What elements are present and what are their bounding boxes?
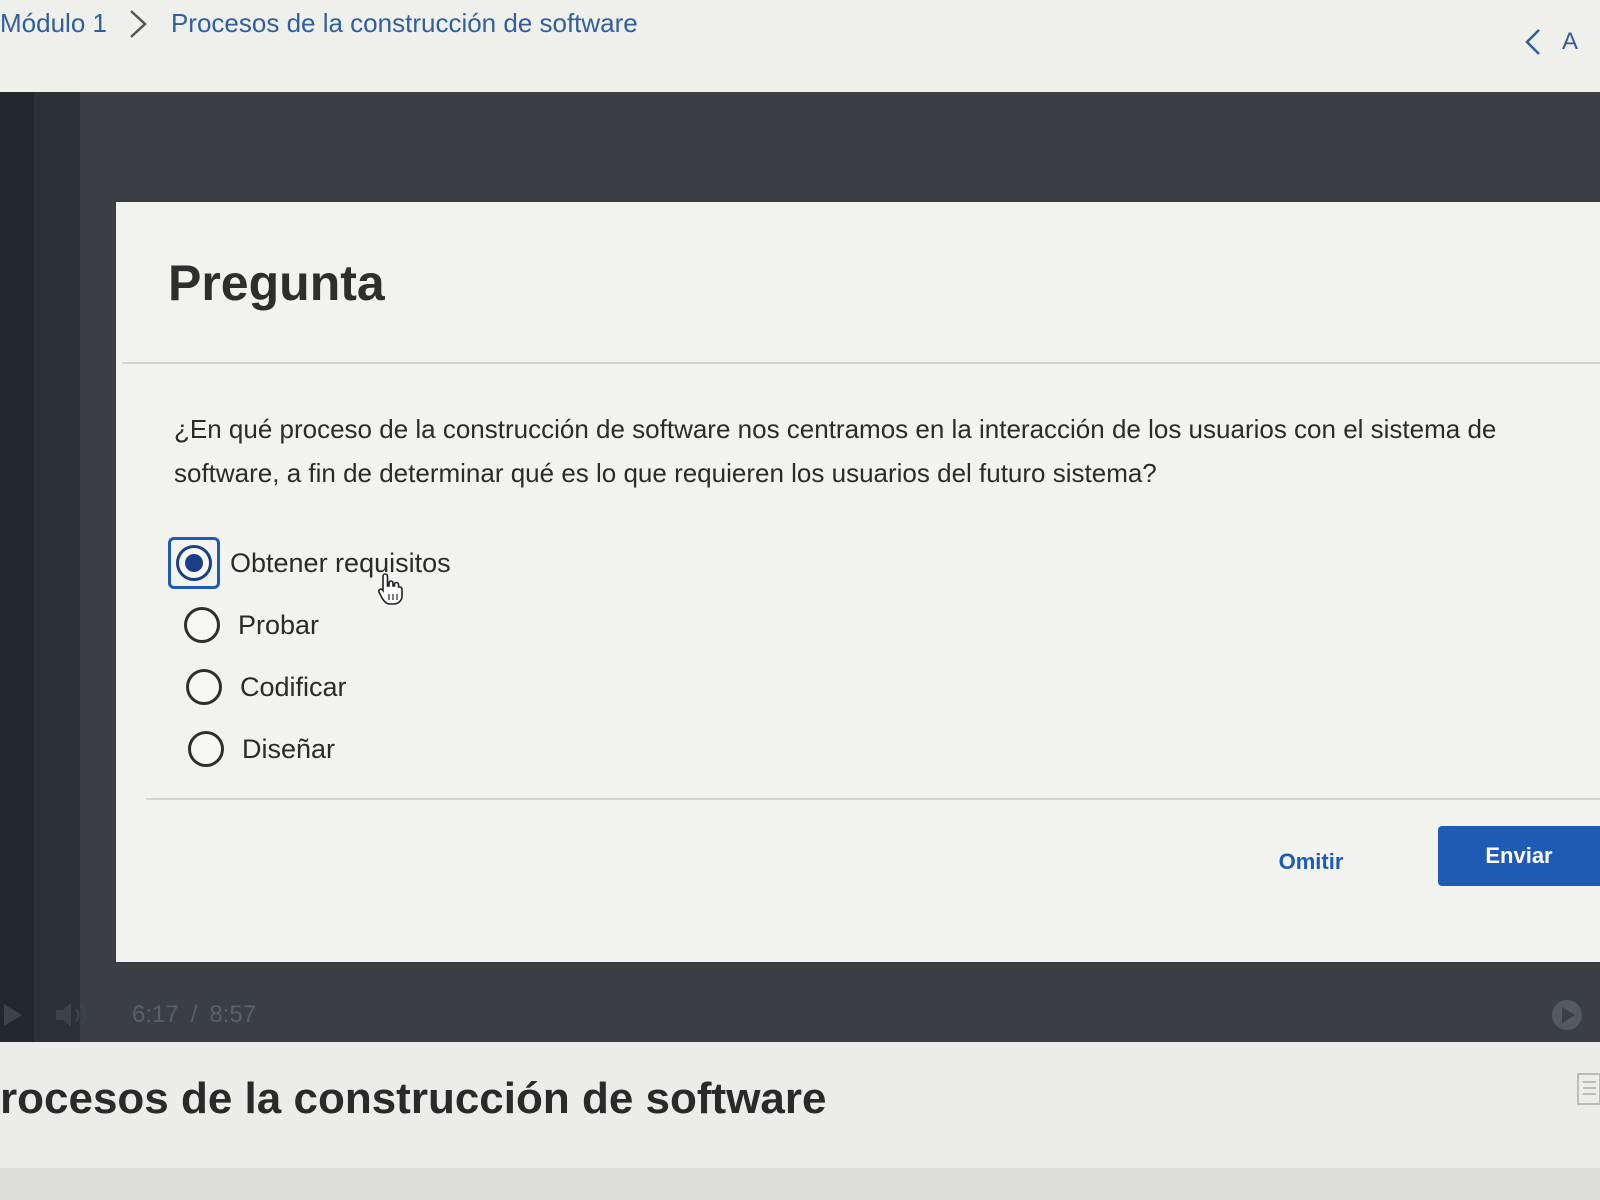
chevron-right-icon (130, 9, 147, 38)
nav-prev-button[interactable]: A (1524, 28, 1578, 56)
player-left-band-inner (34, 92, 80, 1042)
time-total: 8:57 (209, 1001, 257, 1028)
question-text: ¿En qué proceso de la construcción de so… (174, 414, 1497, 488)
submit-button[interactable]: Enviar (1438, 826, 1600, 886)
divider (146, 798, 1600, 800)
skip-button[interactable]: Omitir (1256, 842, 1366, 882)
radio-button[interactable] (176, 545, 212, 581)
time-separator: / (190, 1001, 198, 1028)
option-label: Codificar (240, 671, 347, 702)
option-obtener-requisitos[interactable]: Obtener requisitos (168, 532, 451, 594)
radio-button[interactable] (188, 731, 224, 767)
top-bar: Módulo 1 Procesos de la construcción de … (0, 0, 1600, 95)
volume-icon[interactable] (54, 1000, 92, 1030)
breadcrumb-current-link[interactable]: Procesos de la construcción de software (171, 8, 638, 39)
radio-button[interactable] (184, 607, 220, 643)
radio-wrap (178, 661, 230, 713)
option-label: Diseñar (242, 733, 336, 764)
time-current: 6:17 (132, 1001, 179, 1028)
option-codificar[interactable]: Codificar (178, 656, 451, 718)
player-left-band (0, 92, 34, 1042)
play-icon[interactable] (4, 1002, 24, 1028)
transcript-icon[interactable] (1576, 1072, 1600, 1106)
question-card: Pregunta ¿En qué proceso de la construcc… (116, 202, 1600, 962)
answer-options: Obtener requisitos Probar Codificar Dise… (168, 532, 451, 780)
option-label: Probar (238, 609, 320, 640)
question-title: Pregunta (168, 255, 385, 311)
radio-wrap (180, 723, 232, 775)
option-disenar[interactable]: Diseñar (180, 718, 451, 780)
radio-selected-dot (185, 554, 203, 572)
bottom-strip (0, 1168, 1600, 1200)
chevron-left-icon (1525, 29, 1540, 55)
breadcrumb-module-link[interactable]: Módulo 1 (0, 8, 107, 39)
option-label: Obtener requisitos (230, 547, 451, 578)
divider (122, 362, 1600, 364)
page-heading: rocesos de la construcción de software (0, 1074, 827, 1123)
page: Módulo 1 Procesos de la construcción de … (0, 0, 1600, 1200)
hand-pointer-icon (377, 573, 403, 605)
radio-focus-ring (168, 537, 220, 589)
nav-prev-label: A (1561, 28, 1578, 55)
player-controls: 6:17 / 8:57 (0, 990, 1600, 1040)
breadcrumb: Módulo 1 Procesos de la construcción de … (0, 8, 638, 39)
fullscreen-icon[interactable] (1550, 998, 1584, 1032)
option-probar[interactable]: Probar (176, 594, 451, 656)
radio-button[interactable] (186, 669, 222, 705)
radio-wrap (176, 599, 228, 651)
